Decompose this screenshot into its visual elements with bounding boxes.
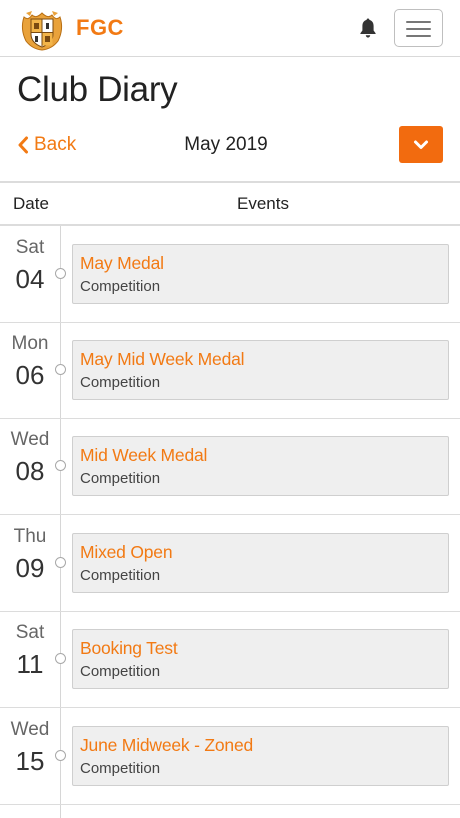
event-type: Competition bbox=[80, 374, 161, 391]
table-row: Sat 04 May Medal Competition bbox=[0, 226, 460, 323]
timeline-dot bbox=[55, 460, 66, 471]
event-title[interactable]: Mixed Open bbox=[80, 542, 173, 563]
event-title[interactable]: May Mid Week Medal bbox=[80, 349, 245, 370]
event-card[interactable]: Mid Week Medal Competition bbox=[72, 436, 449, 496]
current-month-label: May 2019 bbox=[184, 134, 268, 155]
day-number: 09 bbox=[15, 553, 45, 583]
event-card[interactable]: May Medal Competition bbox=[72, 244, 449, 304]
day-number: 08 bbox=[15, 456, 45, 486]
event-card[interactable]: May Mid Week Medal Competition bbox=[72, 340, 449, 400]
event-type: Competition bbox=[80, 760, 161, 777]
event-title[interactable]: May Medal bbox=[80, 253, 164, 274]
brand-name[interactable]: FGC bbox=[76, 15, 124, 41]
table-row: Sat 11 Booking Test Competition bbox=[0, 611, 460, 708]
event-card[interactable]: Booking Test Competition bbox=[72, 629, 449, 689]
table-row: Mon 06 May Mid Week Medal Competition bbox=[0, 322, 460, 419]
page-title: Club Diary bbox=[17, 70, 178, 109]
menu-bar bbox=[406, 35, 431, 37]
back-link[interactable]: Back bbox=[16, 133, 76, 157]
day-number: 15 bbox=[15, 746, 45, 776]
date-column-header: Date bbox=[13, 194, 49, 213]
day-name: Mon bbox=[11, 333, 49, 354]
table-row: Wed 08 Mid Week Medal Competition bbox=[0, 418, 460, 515]
timeline-dot bbox=[55, 750, 66, 761]
event-title[interactable]: June Midweek - Zoned bbox=[80, 735, 253, 756]
day-number: 04 bbox=[15, 264, 45, 294]
chevron-down-icon bbox=[414, 140, 428, 149]
timeline-dot bbox=[55, 653, 66, 664]
event-type: Competition bbox=[80, 470, 161, 487]
event-title[interactable]: Mid Week Medal bbox=[80, 445, 207, 466]
event-title[interactable]: Booking Test bbox=[80, 638, 178, 659]
event-type: Competition bbox=[80, 663, 161, 680]
chevron-left-icon bbox=[18, 136, 28, 154]
event-card[interactable]: June Midweek - Zoned Competition bbox=[72, 726, 449, 786]
menu-bar bbox=[406, 21, 431, 23]
timeline-dot bbox=[55, 557, 66, 568]
top-navbar: FGC bbox=[0, 0, 460, 57]
event-type: Competition bbox=[80, 278, 161, 295]
day-name: Thu bbox=[13, 526, 47, 547]
event-card[interactable]: Mixed Open Competition bbox=[72, 533, 449, 593]
table-row: Thu 09 Mixed Open Competition bbox=[0, 515, 460, 612]
hamburger-menu-button[interactable] bbox=[394, 9, 443, 47]
day-name: Wed bbox=[10, 429, 50, 450]
events-column-header: Events bbox=[237, 194, 289, 213]
diary-table-header: Date Events bbox=[0, 181, 460, 226]
day-name: Sat bbox=[15, 237, 45, 258]
timeline-dot bbox=[55, 268, 66, 279]
day-number: 11 bbox=[16, 649, 44, 679]
day-number: 06 bbox=[15, 360, 45, 390]
table-row: Wed 15 June Midweek - Zoned Competition bbox=[0, 708, 460, 805]
month-dropdown-button[interactable] bbox=[399, 126, 443, 163]
club-crest-icon[interactable] bbox=[18, 7, 66, 51]
day-name: Sat bbox=[15, 622, 45, 643]
menu-bar bbox=[406, 28, 431, 30]
timeline-dot bbox=[55, 364, 66, 375]
event-type: Competition bbox=[80, 567, 161, 584]
back-label: Back bbox=[34, 134, 77, 155]
day-name: Wed bbox=[10, 719, 50, 740]
bell-icon[interactable] bbox=[358, 17, 378, 39]
